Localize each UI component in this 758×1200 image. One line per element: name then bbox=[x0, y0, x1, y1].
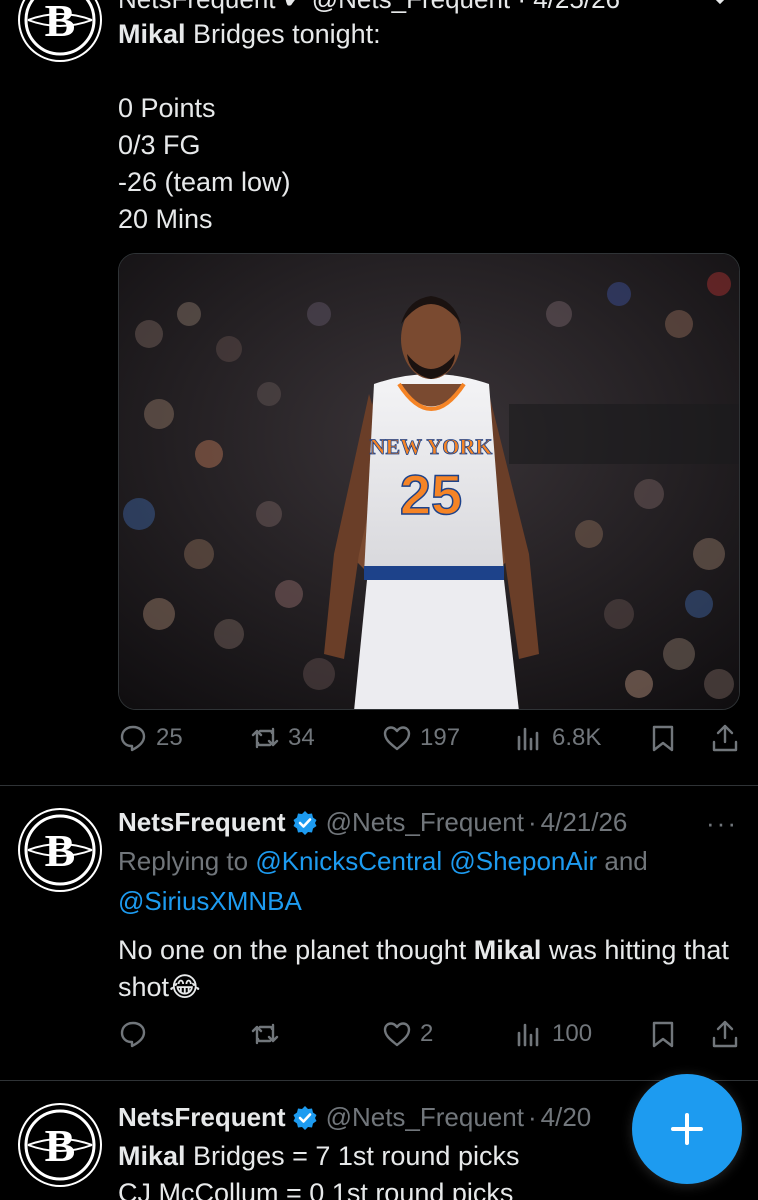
tweet-line bbox=[118, 53, 738, 90]
avatar[interactable]: B bbox=[18, 0, 102, 62]
repost-icon bbox=[251, 727, 279, 749]
bookmark-button[interactable] bbox=[648, 1019, 678, 1049]
views-count: 6.8K bbox=[552, 724, 602, 751]
compose-plus-icon bbox=[671, 1113, 703, 1145]
views-count: 100 bbox=[552, 1020, 593, 1047]
nets-logo-icon: B bbox=[20, 1105, 100, 1185]
tweet-header: NetsFrequent @Nets_Frequent · 4/20 bbox=[118, 1100, 591, 1134]
views-button[interactable]: 100 bbox=[514, 1019, 592, 1049]
tweet-1[interactable]: B NetsFrequent ✔ @Nets_Frequent · 4/25/2… bbox=[0, 0, 758, 785]
tweet-2[interactable]: B NetsFrequent @Nets_Frequent · 4/21/26 ···… bbox=[0, 786, 758, 1080]
tweet-line: Mikal Bridges tonight: bbox=[118, 19, 381, 49]
svg-text:NEW YORK: NEW YORK bbox=[370, 434, 493, 459]
mention-link[interactable]: @SheponAir bbox=[449, 846, 597, 876]
bookmark-icon bbox=[652, 1021, 674, 1048]
tweet-date[interactable]: 4/20 bbox=[541, 1102, 592, 1132]
separator-dot: · bbox=[527, 1102, 537, 1132]
verified-badge-icon bbox=[293, 811, 317, 835]
tweet-text: No one on the planet thought Mikal was h… bbox=[118, 935, 729, 1002]
nets-logo-icon: B bbox=[20, 810, 100, 890]
svg-text:B: B bbox=[45, 1120, 76, 1171]
display-name[interactable]: NetsFrequent bbox=[118, 807, 286, 837]
like-count: 197 bbox=[420, 724, 461, 751]
like-button[interactable]: 2 bbox=[382, 1019, 433, 1049]
tweet-text: Mikal Bridges tonight: 0 Points 0/3 FG -… bbox=[118, 16, 738, 238]
handle[interactable]: @Nets_Frequent bbox=[326, 1102, 524, 1132]
like-button[interactable]: 197 bbox=[382, 723, 460, 753]
player-photo-image: NEW YORK 25 bbox=[119, 254, 739, 709]
like-count: 2 bbox=[420, 1020, 434, 1047]
tweet-actions: 25 34 197 6.8K bbox=[118, 723, 740, 763]
tweet-line: CJ McCollum = 0 1st round picks bbox=[118, 1178, 514, 1200]
tweet-header: NetsFrequent @Nets_Frequent · 4/21/26 bbox=[118, 805, 627, 839]
tweet-photo[interactable]: NEW YORK 25 bbox=[118, 253, 740, 710]
bookmark-icon bbox=[652, 725, 674, 752]
mention-link[interactable]: @SiriusXMNBA bbox=[118, 886, 302, 916]
nets-logo-icon: B bbox=[20, 0, 100, 60]
views-icon bbox=[517, 1023, 539, 1047]
tweet-line: 0 Points bbox=[118, 93, 216, 123]
like-icon bbox=[383, 726, 411, 751]
reply-button[interactable] bbox=[118, 1019, 148, 1049]
tweet-date[interactable]: 4/21/26 bbox=[541, 807, 628, 837]
tweet-actions: 2 100 bbox=[118, 1019, 740, 1059]
repost-button[interactable] bbox=[250, 1019, 280, 1049]
share-icon bbox=[712, 724, 738, 752]
repost-button[interactable]: 34 bbox=[250, 723, 315, 753]
svg-text:B: B bbox=[45, 825, 76, 876]
share-button[interactable] bbox=[710, 1019, 740, 1049]
share-button[interactable] bbox=[710, 723, 740, 753]
like-icon bbox=[383, 1022, 411, 1047]
tweet-line: 0/3 FG bbox=[118, 130, 201, 160]
compose-button[interactable] bbox=[632, 1074, 742, 1184]
close-icon[interactable] bbox=[700, 0, 740, 10]
avatar[interactable]: B bbox=[18, 808, 102, 892]
bookmark-button[interactable] bbox=[648, 723, 678, 753]
display-name[interactable]: NetsFrequent bbox=[118, 1102, 286, 1132]
repost-icon bbox=[251, 1023, 279, 1045]
mention-link[interactable]: @KnicksCentral bbox=[255, 846, 442, 876]
more-options-button[interactable]: ··· bbox=[706, 808, 738, 839]
reply-button[interactable]: 25 bbox=[118, 723, 183, 753]
reply-count: 25 bbox=[156, 724, 183, 751]
verified-badge-icon bbox=[293, 1106, 317, 1130]
share-icon bbox=[712, 1020, 738, 1048]
separator-dot: · bbox=[527, 807, 537, 837]
tweet-line: 20 Mins bbox=[118, 204, 213, 234]
svg-text:25: 25 bbox=[400, 463, 462, 526]
reply-icon bbox=[120, 1021, 146, 1048]
svg-text:B: B bbox=[45, 0, 76, 46]
views-icon bbox=[517, 727, 539, 751]
replying-to: Replying to @KnicksCentral @SheponAir an… bbox=[118, 846, 648, 916]
handle[interactable]: @Nets_Frequent bbox=[326, 807, 524, 837]
views-button[interactable]: 6.8K bbox=[514, 723, 601, 753]
tweet-header-partial: NetsFrequent ✔ @Nets_Frequent · 4/25/26 bbox=[118, 0, 620, 16]
reply-icon bbox=[120, 725, 146, 752]
tweet-line: -26 (team low) bbox=[118, 167, 291, 197]
avatar[interactable]: B bbox=[18, 1103, 102, 1187]
repost-count: 34 bbox=[288, 724, 315, 751]
